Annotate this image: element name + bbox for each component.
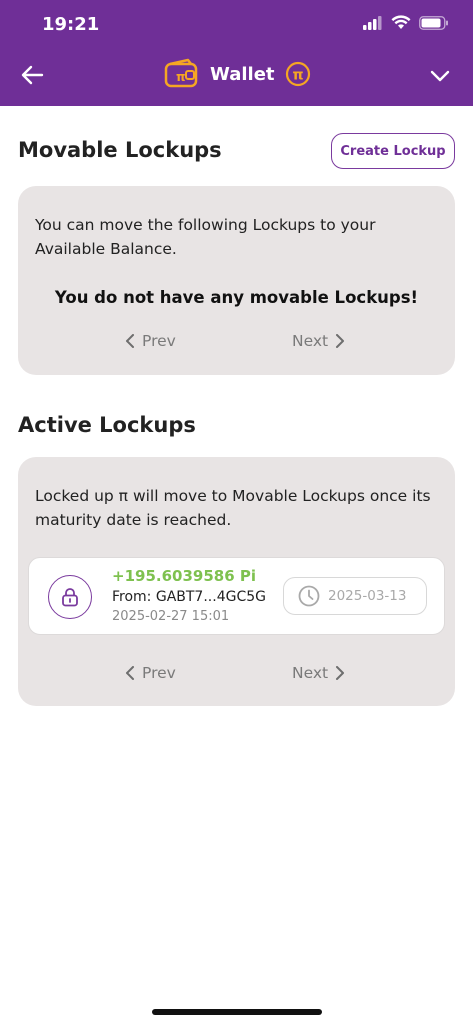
active-next-button[interactable]: Next — [292, 664, 346, 682]
movable-empty-message: You do not have any movable Lockups! — [54, 288, 419, 307]
movable-pager: Prev Next — [18, 332, 455, 356]
create-lockup-button[interactable]: Create Lockup — [331, 133, 455, 169]
status-bar: 19:21 — [0, 0, 473, 48]
status-icons — [363, 15, 449, 30]
pi-coin-icon: π — [285, 61, 310, 87]
nav-bar: π Wallet π — [0, 48, 473, 106]
nav-title-group: π Wallet π — [164, 58, 311, 90]
lock-badge — [48, 575, 92, 619]
lock-icon — [62, 588, 78, 607]
menu-dropdown-button[interactable] — [429, 65, 451, 87]
active-pager: Prev Next — [18, 664, 455, 688]
movable-lockups-card: You can move the following Lockups to yo… — [18, 186, 455, 375]
wifi-icon — [391, 15, 411, 29]
chevron-down-icon — [430, 70, 450, 82]
next-label: Next — [292, 332, 329, 350]
prev-label: Prev — [142, 664, 176, 682]
chevron-right-icon — [336, 334, 345, 348]
lockup-created-date: 2025-02-27 15:01 — [112, 609, 230, 624]
active-lockups-title: Active Lockups — [18, 413, 196, 437]
lockup-amount: +195.6039586 Pi — [112, 567, 256, 585]
movable-description: You can move the following Lockups to yo… — [35, 216, 376, 258]
active-lockups-card: Locked up π will move to Movable Lockups… — [18, 457, 455, 706]
lockup-from-address: From: GABT7...4GC5G — [112, 589, 266, 605]
signal-icon — [363, 15, 382, 30]
active-prev-button[interactable]: Prev — [124, 664, 176, 682]
arrow-left-icon — [21, 65, 44, 85]
prev-label: Prev — [142, 332, 176, 350]
chevron-left-icon — [126, 666, 134, 680]
svg-text:π: π — [176, 70, 186, 84]
chevron-left-icon — [126, 334, 134, 348]
maturity-date-chip: 2025-03-13 — [283, 577, 427, 615]
maturity-date: 2025-03-13 — [328, 588, 407, 604]
next-label: Next — [292, 664, 329, 682]
home-indicator — [152, 1009, 322, 1015]
movable-lockups-title: Movable Lockups — [18, 138, 222, 162]
page-title: Wallet — [210, 63, 275, 85]
back-button[interactable] — [20, 62, 46, 88]
movable-prev-button[interactable]: Prev — [124, 332, 176, 350]
lockup-list-item[interactable]: +195.6039586 Pi From: GABT7...4GC5G 2025… — [28, 557, 445, 635]
active-description: Locked up π will move to Movable Lockups… — [35, 487, 431, 529]
svg-text:π: π — [292, 68, 303, 84]
clock-icon — [298, 585, 320, 607]
status-time: 19:21 — [42, 14, 100, 35]
chevron-right-icon — [336, 666, 345, 680]
movable-next-button[interactable]: Next — [292, 332, 346, 350]
wallet-icon: π — [164, 58, 198, 88]
battery-icon — [419, 15, 448, 30]
